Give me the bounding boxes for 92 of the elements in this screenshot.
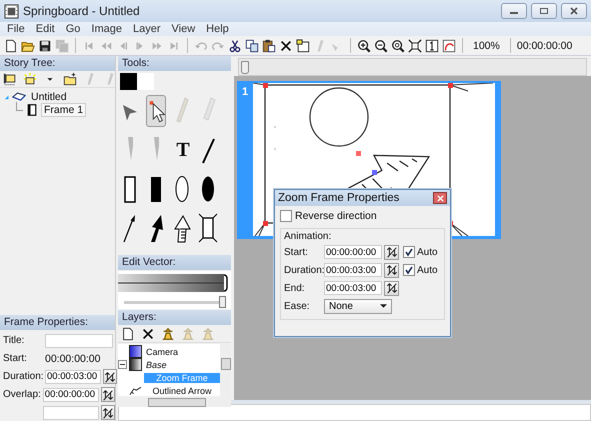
spin-button[interactable] [100,405,115,420]
menu-item[interactable]: Edit [30,22,61,36]
magnifier-icon[interactable] [391,38,405,52]
menu-item[interactable]: Help [201,22,235,36]
time-field[interactable]: 00:00:03:00 [45,370,101,384]
new-file-icon[interactable] [4,38,18,52]
menu-item[interactable]: Layer [128,22,166,36]
layer-stack-icon[interactable] [161,327,175,341]
field-label: Duration: [284,264,322,276]
new-folder-icon[interactable] [63,72,77,86]
menu-item[interactable]: Go [60,22,86,36]
time-field[interactable] [42,406,99,420]
slider-thumb[interactable] [218,296,226,308]
panel-header: Edit Vector: [118,255,231,270]
checkbox-label: Auto [417,264,438,276]
collapse-icon[interactable] [118,360,127,369]
field-label: Overlap: [3,389,41,400]
field-label: Duration: [3,371,43,382]
time-field[interactable]: 00:00:00:00 [42,388,99,402]
x-icon[interactable] [141,327,155,341]
menu-item[interactable]: View [166,22,202,36]
time-field[interactable]: 00:00:03:00 [324,281,382,295]
dialog-title: Zoom Frame Properties [278,192,400,204]
color-swatch[interactable] [137,73,154,90]
frame-page-icon [25,104,39,116]
layer-name[interactable]: Base [144,360,169,370]
checkbox[interactable] [280,210,292,222]
maximize-icon [539,7,549,15]
curve-icon[interactable] [442,38,456,52]
spin-button[interactable] [384,280,399,296]
spin-button[interactable] [384,262,399,278]
layer-name[interactable]: Outlined Arrow [144,386,220,396]
menu-item[interactable]: Image [86,22,128,36]
field-label: Start: [284,246,309,258]
spin-button[interactable] [100,387,115,402]
zoom-out-icon[interactable] [374,38,388,52]
window-title: Springboard - Untitled [23,4,140,18]
field-label: Ease: [284,300,311,312]
time-field[interactable]: 00:00:00:00 [324,245,382,259]
time-display: 00:00:00:00 [516,40,572,52]
panel-header: Story Tree: [0,56,115,71]
camera-layer-icon [129,345,142,358]
copy-icon[interactable] [245,38,259,52]
close-icon [436,194,444,202]
spin-button[interactable] [384,244,399,260]
layer-swatch-icon [129,358,142,371]
time-field[interactable]: 00:00:03:00 [324,263,382,277]
minimize-button[interactable] [501,3,527,19]
menu-item[interactable]: File [2,22,31,36]
checkbox[interactable] [403,264,415,276]
panel-header: Frame Properties: [0,315,115,330]
panel-header: Tools: [118,56,231,71]
add-frame-icon[interactable] [3,72,17,86]
close-icon [569,7,579,15]
tree-item[interactable]: Untitled [28,90,70,104]
timeline-thumb[interactable] [241,61,249,74]
input-field[interactable] [45,334,113,348]
maximize-button[interactable] [531,3,557,19]
panel-header: Layers: [118,310,231,325]
zoom-level: 100% [472,40,501,52]
spin-button[interactable] [103,369,117,384]
checkbox-label: Reverse direction [295,210,377,222]
caret-icon [380,304,387,308]
zoom-frame-icon[interactable] [198,212,218,244]
select-cursor-icon[interactable] [146,95,166,127]
zoom-in-icon[interactable] [357,38,371,52]
close-button[interactable] [433,192,447,204]
field-label: Title: [3,335,26,346]
checkbox-label: Auto [417,246,438,258]
dropdown[interactable]: None [324,298,392,314]
field-label: Start: [3,353,28,364]
close-button[interactable] [561,3,587,19]
checkbox[interactable] [403,246,415,258]
color-swatch[interactable] [120,73,137,90]
group-label: Animation: [284,231,332,242]
clipboard-icon[interactable] [262,38,276,52]
glowing-folder-icon[interactable] [23,72,37,86]
frame-number: 1 [240,85,250,100]
horizontal-scrollbar[interactable] [118,397,231,407]
frame-icon[interactable] [296,38,310,52]
new-file-icon[interactable] [121,327,135,341]
numbered-box-icon[interactable] [425,38,439,52]
vertical-scrollbar[interactable] [220,344,231,396]
text-tool-button[interactable]: T [176,138,190,162]
x-icon[interactable] [279,38,293,52]
layer-name[interactable]: Camera [144,346,180,356]
tree-item[interactable]: Frame 1 [41,102,86,116]
film-frame-icon [4,4,19,18]
corners-icon[interactable] [408,38,422,52]
field-label: End: [284,282,306,294]
start-time: 00:00:00:00 [45,352,100,364]
scissors-icon[interactable] [228,38,242,52]
